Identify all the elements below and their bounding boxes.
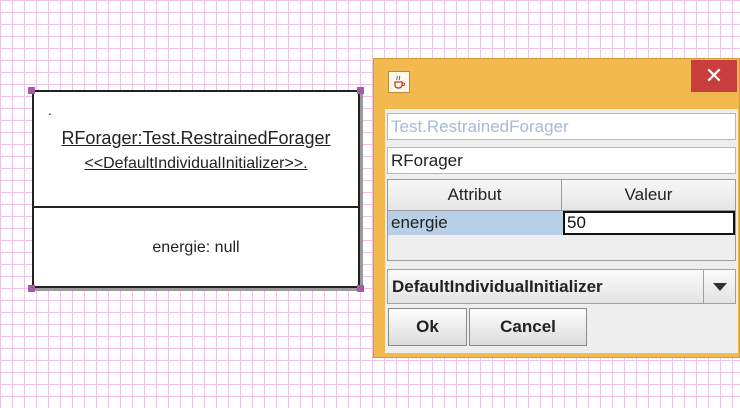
chevron-down-icon[interactable] <box>703 270 735 303</box>
table-header: Attribut Valeur <box>388 180 735 211</box>
column-header-attribut[interactable]: Attribut <box>388 180 562 211</box>
uml-object-node[interactable]: . RForager:Test.RestrainedForager <<Defa… <box>32 90 360 288</box>
dialog-content: Test.RestrainedForager RForager Attribut… <box>385 109 738 353</box>
initializer-selected-value: DefaultIndividualInitializer <box>392 276 603 296</box>
attribute-value-editor[interactable]: 50 <box>563 211 735 235</box>
uml-object-header: . RForager:Test.RestrainedForager <<Defa… <box>34 92 358 208</box>
table-row[interactable]: energie 50 <box>388 211 735 235</box>
resize-handle-bottom-left[interactable] <box>28 285 35 292</box>
ok-button[interactable]: Ok <box>388 308 467 346</box>
uml-attributes-compartment: energie: null <box>34 208 358 288</box>
instance-name-field[interactable]: RForager <box>387 147 736 174</box>
initializer-select[interactable]: DefaultIndividualInitializer <box>387 269 736 304</box>
uml-attribute: energie: null <box>152 239 240 256</box>
edit-object-dialog: ✕ Test.RestrainedForager RForager Attrib… <box>373 58 740 358</box>
resize-handle-top-left[interactable] <box>28 87 35 94</box>
uml-instance-label: RForager:Test.RestrainedForager <box>61 128 331 148</box>
resize-handle-top-right[interactable] <box>357 87 364 94</box>
uml-object-marker: . <box>48 102 52 118</box>
uml-stereotype-label: <<DefaultIndividualInitializer>>. <box>84 155 308 172</box>
cancel-button[interactable]: Cancel <box>469 308 587 346</box>
attributes-table: Attribut Valeur energie 50 <box>387 179 736 261</box>
column-header-valeur[interactable]: Valeur <box>562 180 735 211</box>
dialog-title-bar[interactable]: ✕ <box>374 59 739 103</box>
resize-handle-bottom-right[interactable] <box>357 285 364 292</box>
class-name-field: Test.RestrainedForager <box>387 113 736 140</box>
java-cup-icon <box>388 71 410 93</box>
attribute-name-cell[interactable]: energie <box>388 211 563 235</box>
close-button[interactable]: ✕ <box>691 60 737 92</box>
